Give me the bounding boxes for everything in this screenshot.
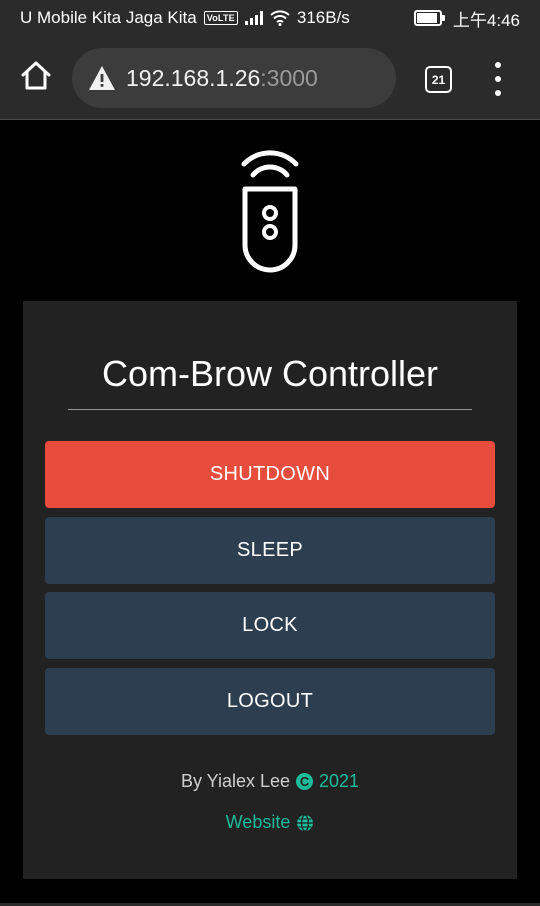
page-title: Com-Brow Controller — [101, 353, 439, 394]
sleep-button[interactable]: SLEEP — [45, 517, 495, 584]
clock: 上午4:46 — [452, 10, 520, 30]
volte-icon: VoLTE — [203, 11, 238, 25]
status-bar: U Mobile Kita Jaga Kita VoLTE 316B/s 上午4… — [0, 0, 540, 36]
status-left: U Mobile Kita Jaga Kita VoLTE 316B/s — [20, 8, 350, 28]
credit-author: By Yialex Lee — [180, 771, 291, 791]
signal-icon — [244, 11, 263, 25]
website-link[interactable]: Website — [23, 812, 517, 833]
website-label[interactable]: Website — [226, 812, 291, 833]
warning-icon[interactable] — [88, 65, 116, 91]
battery-level — [416, 13, 438, 23]
logout-button[interactable]: LOGOUT — [45, 668, 495, 735]
remote-control-icon — [241, 150, 299, 273]
address-bar[interactable]: 192.168.1.26:3000 — [72, 48, 396, 108]
carrier-name: U Mobile Kita Jaga Kita — [20, 8, 197, 27]
overflow-menu-icon[interactable] — [486, 62, 510, 96]
page-content: Com-Brow Controller SHUTDOWN SLEEP LOCK … — [0, 121, 540, 906]
wifi-icon — [270, 10, 290, 26]
status-right: 上午4:46 — [413, 6, 520, 31]
url-port: :3000 — [260, 64, 318, 91]
controller-card: Com-Brow Controller SHUTDOWN SLEEP LOCK … — [23, 301, 517, 879]
copyright-icon: C — [296, 773, 314, 790]
lock-button[interactable]: LOCK — [45, 592, 495, 659]
credit-year: 2021 — [319, 771, 360, 791]
title-divider — [68, 409, 472, 410]
tab-switcher-icon[interactable]: 21 — [425, 66, 452, 93]
network-speed: 316B/s — [296, 8, 350, 27]
browser-toolbar: 192.168.1.26:3000 21 — [0, 36, 540, 120]
url-host: 192.168.1.26 — [126, 64, 261, 91]
credit-line: By Yialex Lee C 2021 — [23, 771, 517, 792]
battery-icon — [413, 10, 445, 26]
shutdown-button[interactable]: SHUTDOWN — [45, 441, 495, 508]
home-icon[interactable] — [18, 58, 54, 94]
tab-count: 21 — [431, 72, 446, 87]
globe-icon[interactable] — [296, 813, 314, 832]
